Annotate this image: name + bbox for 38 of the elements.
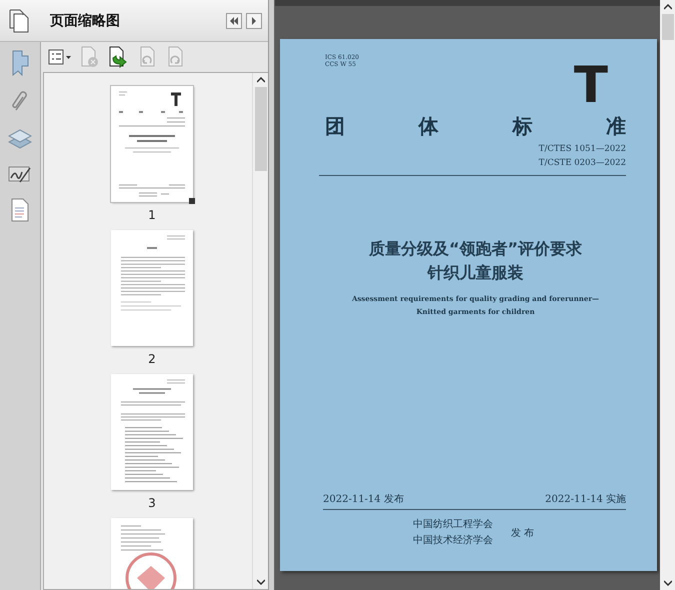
splitter-handle[interactable] [268, 0, 275, 590]
publisher-name: 中国纺织工程学会 [413, 518, 493, 531]
collapse-button[interactable] [226, 12, 242, 28]
document-title: 针织儿童服装 [428, 262, 524, 284]
bookmark-icon[interactable] [11, 50, 29, 76]
scroll-up-icon[interactable] [664, 4, 672, 10]
publisher-name: 中国技术经济学会 [413, 534, 493, 547]
publish-label: 发 布 [511, 526, 534, 540]
document-icon[interactable] [11, 198, 29, 222]
scroll-down-icon[interactable] [664, 580, 672, 586]
document-title: 质量分级及“领跑者”评价要求 [368, 238, 582, 260]
scroll-up-icon[interactable] [256, 77, 264, 83]
expand-button[interactable] [246, 12, 262, 28]
options-button[interactable] [47, 48, 73, 66]
signature-icon[interactable] [8, 164, 32, 184]
publish-date: 2022-11-14 发布 [323, 494, 404, 506]
implement-date: 2022-11-14 实施 [545, 494, 626, 506]
scroll-thumb[interactable] [662, 14, 674, 40]
right-arrow-icon [251, 16, 257, 24]
standard-number: T/CTES 1051—2022 [538, 143, 626, 156]
page-number: 2 [148, 352, 156, 366]
layers-icon[interactable] [8, 128, 32, 150]
scroll-thumb[interactable] [254, 87, 266, 171]
pages-icon [8, 8, 30, 32]
standard-category: 准 [606, 114, 626, 138]
standard-category: 标 [512, 114, 532, 138]
scroll-down-icon[interactable] [256, 579, 264, 585]
page-number: 1 [148, 208, 156, 222]
scrollbar[interactable] [660, 0, 675, 590]
standard-category: 体 [418, 114, 439, 138]
standard-category: 团 [325, 114, 345, 138]
panel-title: 页面缩略图 [50, 12, 121, 30]
scrollbar[interactable] [252, 73, 268, 589]
standard-number: T/CSTE 0203—2022 [538, 157, 626, 170]
double-left-arrow-icon [229, 16, 239, 24]
page-number: 3 [148, 496, 156, 510]
selection-marker [189, 198, 195, 204]
standard-logo: T [574, 62, 608, 114]
